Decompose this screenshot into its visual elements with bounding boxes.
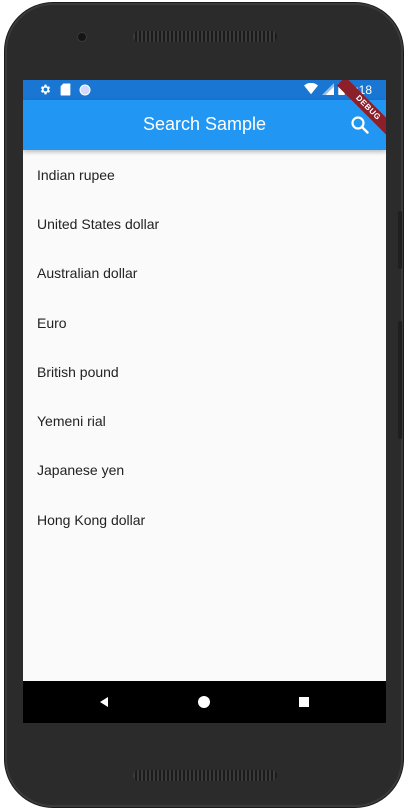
volume-button bbox=[398, 211, 402, 269]
home-button[interactable] bbox=[194, 692, 214, 712]
recents-icon bbox=[299, 697, 309, 707]
list-item[interactable]: Indian rupee bbox=[23, 150, 386, 199]
power-button bbox=[398, 321, 402, 439]
back-icon bbox=[100, 697, 108, 707]
settings-icon bbox=[39, 83, 52, 101]
signal-icon bbox=[321, 82, 334, 98]
list-item[interactable]: Hong Kong dollar bbox=[23, 495, 386, 544]
list-item[interactable]: Australian dollar bbox=[23, 249, 386, 298]
front-camera bbox=[78, 33, 86, 41]
status-bar: 8:18 bbox=[23, 80, 386, 100]
back-button[interactable] bbox=[94, 692, 114, 712]
list-item[interactable]: United States dollar bbox=[23, 199, 386, 248]
currency-list: Indian rupee United States dollar Austra… bbox=[23, 150, 386, 544]
recents-button[interactable] bbox=[294, 692, 314, 712]
screen: 8:18 Search Sample DEBUG Indian rupee Un… bbox=[23, 80, 386, 723]
sd-card-icon bbox=[60, 83, 71, 101]
list-item[interactable]: Japanese yen bbox=[23, 446, 386, 495]
top-speaker bbox=[133, 31, 277, 42]
wifi-icon bbox=[303, 82, 318, 98]
list-item[interactable]: Yemeni rial bbox=[23, 396, 386, 445]
page-title: Search Sample bbox=[142, 114, 267, 134]
app-bar: Search Sample bbox=[23, 100, 386, 150]
circle-icon bbox=[79, 83, 91, 101]
home-icon bbox=[198, 696, 210, 708]
list-item[interactable]: Euro bbox=[23, 298, 386, 347]
bottom-speaker bbox=[133, 770, 277, 781]
navigation-bar bbox=[23, 681, 386, 723]
list-item[interactable]: British pound bbox=[23, 347, 386, 396]
